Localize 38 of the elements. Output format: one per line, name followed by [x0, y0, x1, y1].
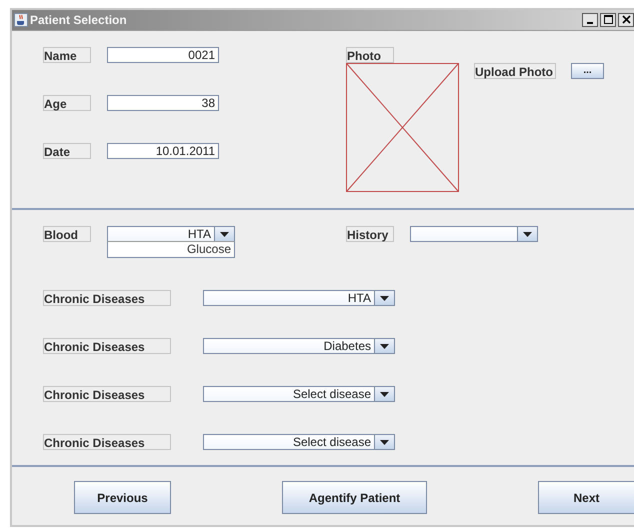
maximize-button[interactable] [600, 13, 616, 27]
nav-button[interactable]: Next [538, 481, 634, 514]
dropdown-arrow-icon [380, 440, 389, 444]
history-label: History [346, 226, 394, 242]
maximize-icon [604, 15, 612, 24]
blood-combo-box[interactable]: HTA [107, 226, 235, 242]
dropdown-arrow-icon [380, 392, 389, 396]
dropdown-arrow-icon [523, 232, 532, 236]
close-button[interactable] [618, 13, 634, 27]
dropdown-arrow-icon [220, 232, 229, 236]
text-field[interactable]: 0021 [107, 47, 219, 63]
chronic-diseases-label: Chronic Diseases [43, 290, 171, 306]
coffee-cup-icon [14, 13, 28, 27]
blood-label: Blood [43, 226, 91, 242]
nav-button[interactable]: Previous [74, 481, 171, 514]
history-combo-box[interactable] [410, 226, 538, 242]
chronic-diseases-label: Chronic Diseases [43, 386, 171, 402]
dropdown-arrow-icon [380, 344, 389, 348]
field-label: Date [43, 143, 91, 159]
chronic-diseases-label: Chronic Diseases [43, 338, 171, 354]
minimize-button[interactable] [582, 13, 598, 27]
field-label: Name [43, 47, 91, 63]
nav-button[interactable]: Agentify Patient [282, 481, 427, 514]
close-icon [622, 15, 630, 24]
dropdown-arrow-icon [380, 296, 389, 300]
chronic-diseases-label: Chronic Diseases [43, 434, 171, 450]
text-field[interactable]: 10.01.2011 [107, 143, 219, 159]
field-label: Age [43, 95, 91, 111]
disease-combo-box[interactable]: Select disease [203, 434, 395, 450]
upload-photo-label: Upload Photo [474, 63, 556, 79]
disease-combo-box[interactable]: Diabetes [203, 338, 395, 354]
text-field[interactable]: 38 [107, 95, 219, 111]
disease-combo-box[interactable]: HTA [203, 290, 395, 306]
disease-combo-box[interactable]: Select disease [203, 386, 395, 402]
window-title: Patient Selection [30, 13, 127, 27]
dropdown-option[interactable]: Glucose [108, 242, 234, 257]
photo-label: Photo [346, 47, 394, 63]
browse-button[interactable]: ... [571, 63, 604, 79]
